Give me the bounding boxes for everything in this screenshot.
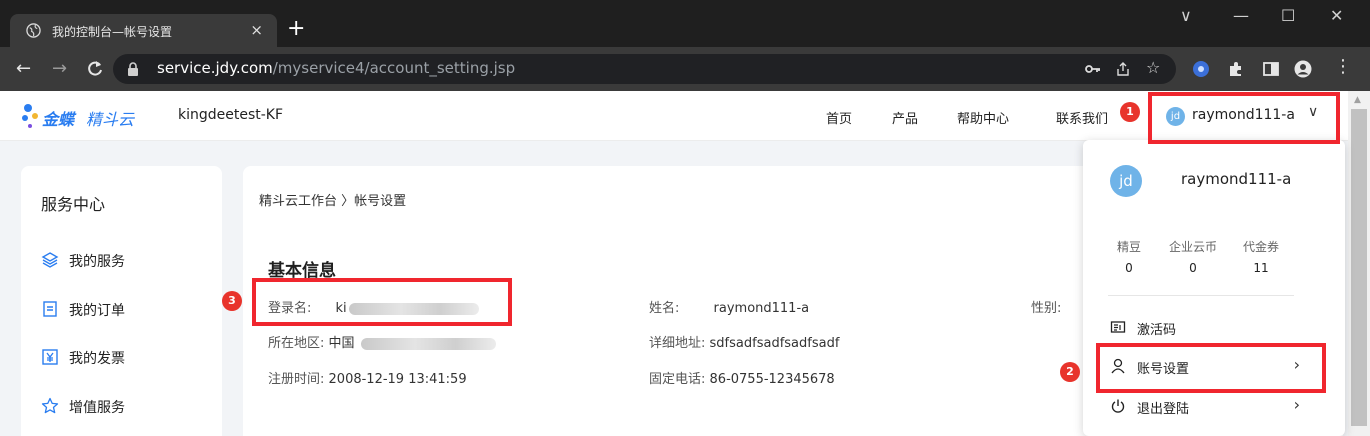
lock-icon[interactable] xyxy=(127,62,139,76)
menu-item-label: 退出登陆 xyxy=(1137,402,1190,417)
nav-contact-us[interactable]: 联系我们 xyxy=(1056,108,1108,127)
highlight-box-login-name xyxy=(252,278,512,326)
sidebar-item-label: 我的服务 xyxy=(69,254,125,270)
stat-label: 代金券 xyxy=(1242,240,1279,254)
browser-tab-bar: 我的控制台—帐号设置 × + ∨ — ☐ ✕ xyxy=(0,0,1370,47)
url-text: service.jdy.com/myservice4/account_setti… xyxy=(157,59,515,77)
phone-label: 固定电话: xyxy=(649,372,706,387)
nav-products[interactable]: 产品 xyxy=(892,108,918,127)
maximize-icon[interactable]: ☐ xyxy=(1281,6,1295,25)
stat-label: 企业云币 xyxy=(1168,240,1217,254)
phone-field: 固定电话: 86-0755-12345678 xyxy=(649,368,835,387)
tab-close-icon[interactable]: × xyxy=(250,21,263,39)
yen-invoice-icon xyxy=(42,349,58,365)
layers-icon xyxy=(41,252,59,268)
name-value: raymond111-a xyxy=(713,301,810,316)
region-field: 所在地区: 中国 xyxy=(268,332,496,351)
document-icon xyxy=(43,301,57,317)
stat-value: 0 xyxy=(1125,261,1133,275)
stat-jingdou: 精豆 0 xyxy=(1099,238,1159,275)
tab-title: 我的控制台—帐号设置 xyxy=(52,25,173,39)
sidebar-item-label: 增值服务 xyxy=(69,400,125,416)
menu-item-logout[interactable]: 退出登陆 › xyxy=(1110,395,1300,419)
address-label: 详细地址: xyxy=(649,336,706,351)
register-time-value: 2008-12-19 13:41:59 xyxy=(328,372,467,387)
activation-code-icon xyxy=(1110,321,1126,333)
back-arrow-icon[interactable]: ← xyxy=(16,59,31,79)
star-icon xyxy=(41,397,59,414)
region-label: 所在地区: xyxy=(268,336,325,351)
power-icon xyxy=(1111,399,1125,413)
logo-brand-text: 金蝶 xyxy=(42,110,75,129)
stat-vouchers: 代金券 11 xyxy=(1231,238,1291,275)
nav-home[interactable]: 首页 xyxy=(826,108,852,127)
gender-field: 性别: xyxy=(1031,297,1061,316)
side-panel-icon[interactable] xyxy=(1262,60,1280,78)
tenant-name: kingdeetest-KF xyxy=(178,107,284,123)
puzzle-icon[interactable] xyxy=(1227,60,1245,78)
stat-label: 精豆 xyxy=(1116,240,1141,254)
globe-icon xyxy=(26,23,41,38)
annotation-marker-3: 3 xyxy=(222,291,242,311)
forward-arrow-icon[interactable]: → xyxy=(52,59,67,79)
name-label: 姓名: xyxy=(649,301,680,316)
logo-dots-icon xyxy=(22,104,38,128)
page-scrollbar[interactable]: ▲ xyxy=(1348,91,1370,436)
dropdown-avatar: jd xyxy=(1110,165,1142,197)
new-tab-button[interactable]: + xyxy=(287,15,305,43)
gender-label: 性别: xyxy=(1031,301,1062,316)
annotation-marker-1: 1 xyxy=(1120,102,1140,122)
nav-help-center[interactable]: 帮助中心 xyxy=(957,108,1009,127)
url-path: /myservice4/account_setting.jsp xyxy=(272,59,516,77)
window-close-icon[interactable]: ✕ xyxy=(1330,6,1343,25)
name-field: 姓名: raymond111-a xyxy=(649,297,809,316)
minimize-icon[interactable]: — xyxy=(1233,6,1249,25)
tab-search-icon[interactable]: ∨ xyxy=(1180,6,1192,25)
annotation-marker-2: 2 xyxy=(1060,362,1080,382)
redacted-blur xyxy=(360,337,496,350)
register-time-field: 注册时间: 2008-12-19 13:41:59 xyxy=(268,368,467,387)
extension-blue-icon[interactable] xyxy=(1192,60,1210,78)
sidebar: 服务中心 我的服务 我的订单 我的发票 增值服务 xyxy=(21,166,222,436)
browser-tab[interactable]: 我的控制台—帐号设置 × xyxy=(10,14,277,47)
scroll-up-arrow-icon[interactable]: ▲ xyxy=(1354,95,1361,105)
browser-toolbar: ← → service.jdy.com/myservice4/account_s… xyxy=(0,47,1370,91)
sidebar-item-label: 我的订单 xyxy=(69,303,125,319)
address-field: 详细地址: sdfsadfsadfsadfsadf xyxy=(649,332,839,351)
logo[interactable]: 金蝶 精斗云 xyxy=(20,99,144,135)
bookmark-star-icon[interactable]: ☆ xyxy=(1146,58,1160,77)
highlight-box-account-settings xyxy=(1096,343,1326,393)
highlight-box-user-menu xyxy=(1148,92,1340,144)
stat-value: 11 xyxy=(1253,261,1269,275)
address-bar[interactable]: service.jdy.com/myservice4/account_setti… xyxy=(113,54,1176,84)
menu-item-activation-code[interactable]: 激活码 xyxy=(1110,316,1300,340)
stat-enterprise-coins: 企业云币 0 xyxy=(1163,238,1223,275)
chevron-right-icon: › xyxy=(1293,395,1300,414)
dropdown-user-name: raymond111-a xyxy=(1181,170,1292,188)
browser-menu-icon[interactable]: ⋮ xyxy=(1334,57,1352,77)
key-icon[interactable] xyxy=(1085,61,1101,77)
region-value: 中国 xyxy=(328,336,355,351)
phone-value: 86-0755-12345678 xyxy=(709,372,835,387)
divider xyxy=(1108,295,1294,296)
address-value: sdfsadfsadfsadfsadf xyxy=(709,336,840,351)
scrollbar-thumb[interactable] xyxy=(1351,109,1367,426)
stat-value: 0 xyxy=(1189,261,1197,275)
menu-item-label: 激活码 xyxy=(1137,323,1177,338)
register-time-label: 注册时间: xyxy=(268,372,325,387)
site-header: 金蝶 精斗云 kingdeetest-KF 首页 产品 帮助中心 联系我们 jd… xyxy=(0,91,1348,141)
sidebar-heading: 服务中心 xyxy=(41,195,106,214)
reload-icon[interactable] xyxy=(86,60,104,78)
profile-icon[interactable] xyxy=(1294,60,1312,78)
breadcrumb[interactable]: 精斗云工作台 〉帐号设置 xyxy=(259,190,406,209)
url-host: service.jdy.com xyxy=(157,59,273,77)
logo-product-text: 精斗云 xyxy=(86,110,135,129)
share-icon[interactable] xyxy=(1115,61,1131,77)
sidebar-item-label: 我的发票 xyxy=(69,351,125,367)
